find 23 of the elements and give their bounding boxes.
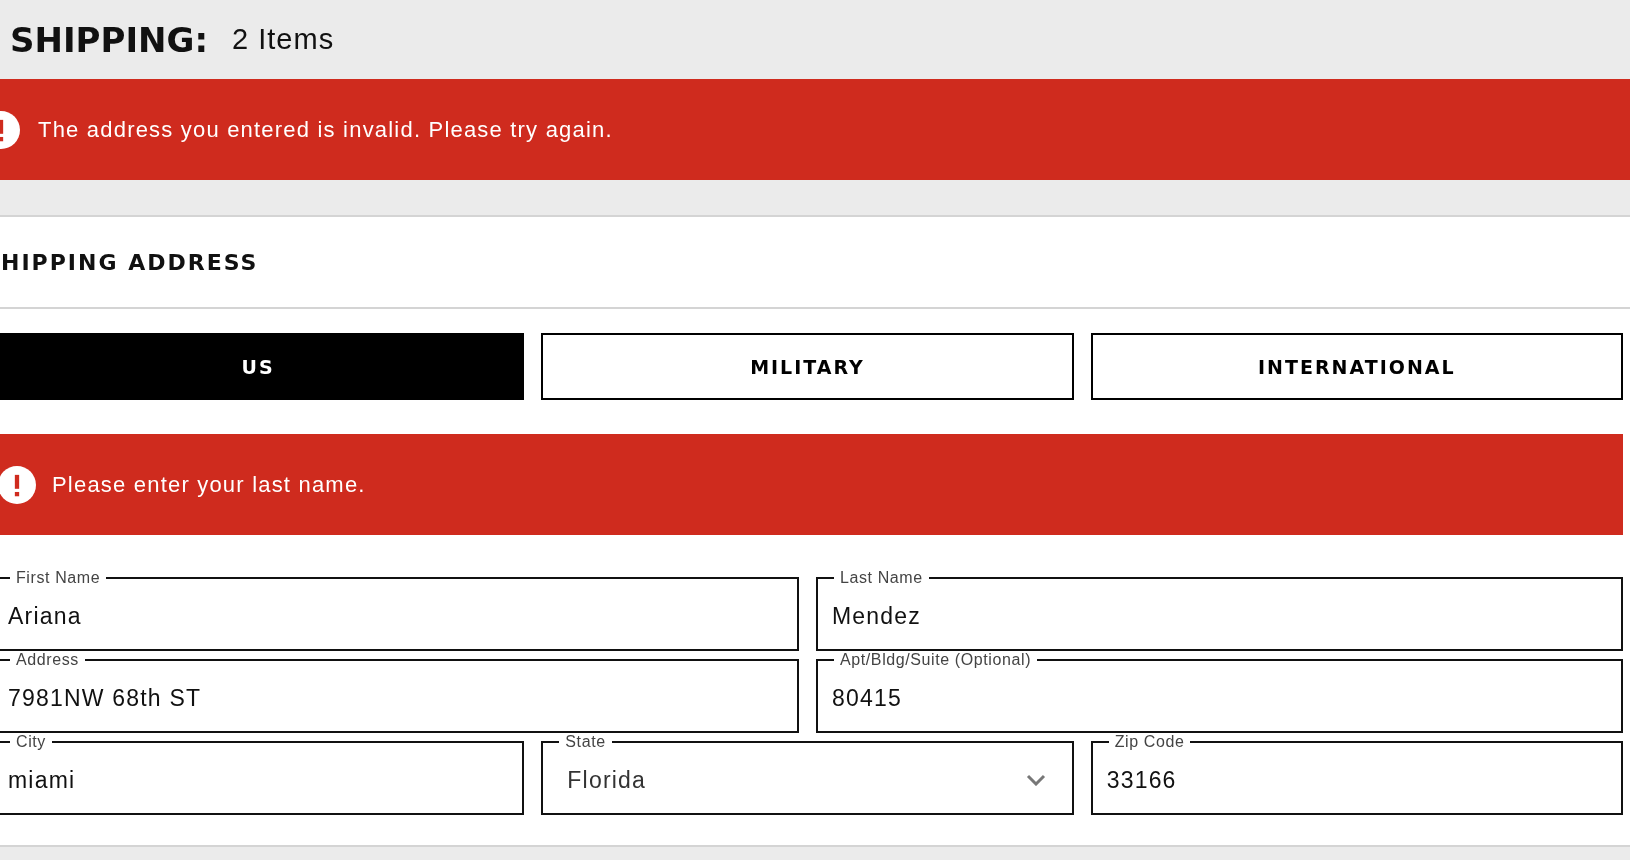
address-type-tab[interactable]: MILITARY	[541, 333, 1074, 400]
address-type-tab[interactable]: US	[0, 333, 525, 400]
field-label: First Name	[15, 569, 102, 587]
page-title: SHIPPING:	[10, 19, 209, 60]
state-dropdown[interactable]: State Florida	[541, 733, 1074, 815]
input-field[interactable]: City miami	[0, 733, 525, 815]
item-count: 2 Items	[232, 23, 335, 56]
field-label: Zip Code	[1113, 733, 1186, 751]
input-field[interactable]: Last Name Mendez	[816, 569, 1623, 651]
error-message: Please enter your last name.	[52, 471, 366, 498]
error-message: The address you entered is invalid. Please try again.	[38, 116, 613, 143]
field-label: Apt/Bldg/Suite (Optional)	[839, 651, 1033, 669]
field-label: City	[15, 733, 47, 751]
field-label: State	[564, 733, 607, 751]
field-label: Address	[15, 651, 80, 669]
section-title: HIPPING ADDRESS	[1, 249, 259, 275]
input-field[interactable]: Apt/Bldg/Suite (Optional) 80415	[816, 651, 1623, 733]
field-label: Last Name	[839, 569, 924, 587]
chevron-down-icon	[1025, 774, 1046, 786]
input-field[interactable]: Address 7981NW 68th ST	[0, 651, 799, 733]
input-field[interactable]: First Name Ariana	[0, 569, 799, 651]
input-field[interactable]: Zip Code 33166	[1090, 733, 1623, 815]
address-type-tab[interactable]: INTERNATIONAL	[1090, 333, 1623, 400]
